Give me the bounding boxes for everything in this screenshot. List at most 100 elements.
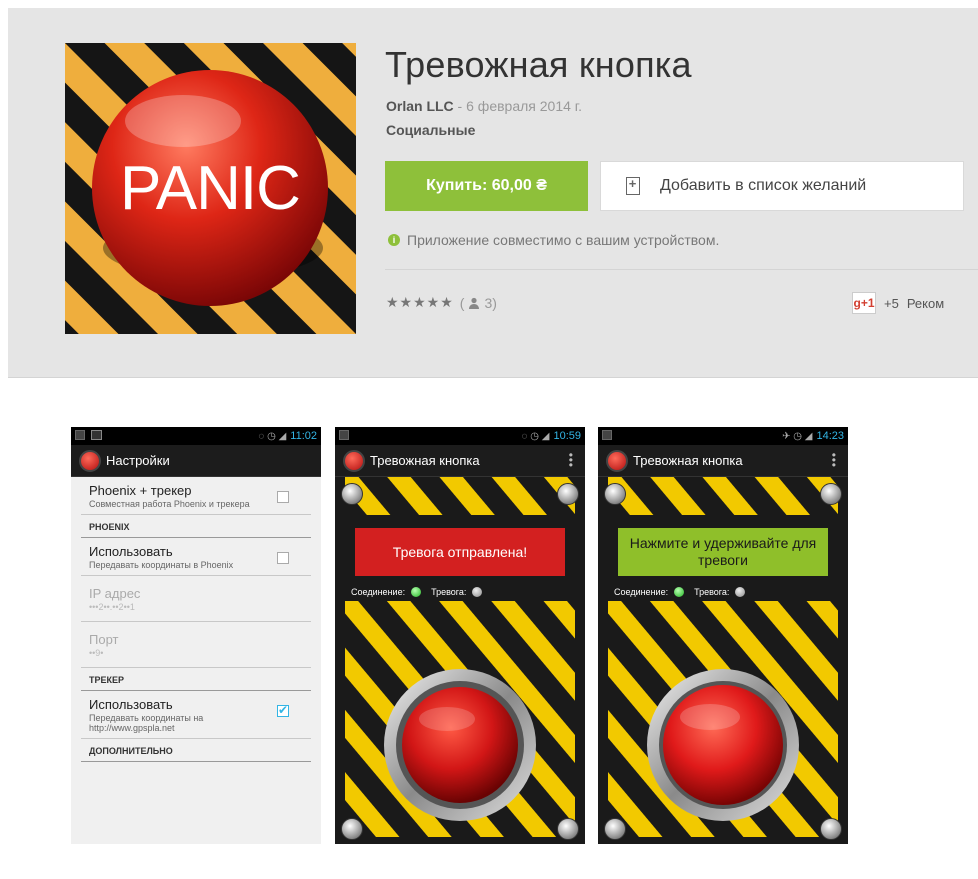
status-indicators: Соединение: Тревога:: [351, 587, 492, 597]
rating-stars: ★★★★★: [386, 294, 454, 310]
rating-summary: ★★★★★ ( 3 ): [386, 294, 497, 311]
icon-panic-label: PANIC: [120, 154, 300, 223]
setting-subtitle: ••9•: [89, 648, 104, 658]
panic-button[interactable]: [377, 689, 543, 835]
setting-title: Использовать: [89, 544, 173, 559]
setting-port[interactable]: Порт ••9•: [81, 622, 311, 668]
rating-count: 3: [484, 294, 493, 311]
app-logo-icon: [606, 449, 628, 472]
checkbox[interactable]: [277, 552, 289, 564]
action-bar-title: Тревожная кнопка: [370, 453, 480, 468]
action-bar: Тревожная кнопка • • •: [598, 445, 848, 477]
wishlist-label: Добавить в список желаний: [660, 177, 867, 194]
setting-title: IP адрес: [89, 586, 141, 601]
status-time: 11:02: [290, 430, 317, 442]
status-time: 14:23: [816, 430, 844, 442]
status-time: 10:59: [553, 430, 581, 442]
action-bar-title: Тревожная кнопка: [633, 453, 743, 468]
release-date: 6 февраля 2014 г.: [466, 98, 583, 114]
gplus-button[interactable]: g+1: [852, 292, 876, 314]
status-bar: ◌ ◷ ◢ 11:02: [71, 427, 321, 445]
status-bar: ◌ ◷ ◢ 10:59: [335, 427, 585, 445]
instruction-message: Нажмите и удерживайте для тревоги: [618, 528, 828, 576]
setting-subtitle: •••2••.••2••1: [89, 602, 135, 612]
compatibility-text: Приложение совместимо с вашим устройство…: [407, 232, 720, 248]
corner-bolt: [604, 483, 626, 505]
panic-panel: Тревога отправлена! Соединение: Тревога:: [335, 477, 585, 844]
overflow-menu-icon[interactable]: • • •: [832, 449, 836, 471]
connection-label: Соединение:: [614, 587, 669, 597]
alarm-label: Тревога:: [694, 587, 730, 597]
rating-count-open: (: [459, 294, 465, 311]
system-icons: ◌ ◷ ◢: [521, 430, 550, 442]
setting-subtitle: Передавать координаты на http://www.gpsp…: [89, 713, 204, 733]
connection-led: [674, 587, 685, 597]
notification-icon: [602, 430, 612, 440]
notification-icon: [75, 430, 85, 440]
section-header: ТРЕКЕР: [81, 668, 311, 691]
screenshot-alarm-sent[interactable]: ◌ ◷ ◢ 10:59 Тревожная кнопка • • • Трево…: [335, 427, 585, 844]
category-link[interactable]: Социальные: [386, 122, 475, 138]
setting-tracker-use[interactable]: Использовать Передавать координаты на ht…: [81, 691, 311, 739]
screenshot-settings[interactable]: ◌ ◷ ◢ 11:02 Настройки Phoenix + трекер С…: [71, 427, 321, 844]
alarm-led: [735, 587, 746, 597]
section-header: ДОПОЛНИТЕЛЬНО: [81, 739, 311, 762]
checkbox-checked[interactable]: [277, 703, 289, 717]
setting-subtitle: Совместная работа Phoenix и трекера: [89, 499, 250, 509]
gplus-count: +5: [884, 295, 899, 311]
header-divider: [385, 269, 978, 270]
system-icons: ◌ ◷ ◢: [258, 430, 287, 442]
panic-panel: Нажмите и удерживайте для тревоги Соедин…: [598, 477, 848, 844]
setting-title: Phoenix + трекер: [89, 483, 192, 498]
action-bar: Тревожная кнопка • • •: [335, 445, 585, 477]
setting-phoenix-tracker[interactable]: Phoenix + трекер Совместная работа Phoen…: [81, 477, 311, 515]
corner-bolt: [604, 818, 626, 840]
action-bar: Настройки: [71, 445, 321, 477]
buy-button[interactable]: Купить: 60,00 ₴: [385, 161, 588, 211]
system-icons: ✈ ◷ ◢: [782, 430, 813, 442]
gplus-recommend-text: Реком: [906, 295, 945, 311]
settings-list: Phoenix + трекер Совместная работа Phoen…: [71, 477, 321, 844]
image-notification-icon: [91, 430, 102, 440]
screenshot-press-and-hold[interactable]: ✈ ◷ ◢ 14:23 Тревожная кнопка • • • Нажми…: [598, 427, 848, 844]
alarm-label: Тревога:: [431, 587, 467, 597]
developer-line: Orlan LLC - 6 февраля 2014 г.: [386, 98, 582, 114]
setting-phoenix-use[interactable]: Использовать Передавать координаты в Pho…: [81, 538, 311, 576]
rating-count-close: ): [492, 294, 497, 311]
developer-link[interactable]: Orlan LLC: [386, 98, 454, 114]
setting-title: Использовать: [89, 697, 173, 712]
setting-title: Порт: [89, 632, 119, 647]
corner-bolt: [341, 483, 363, 505]
action-bar-title: Настройки: [106, 453, 170, 468]
corner-bolt: [341, 818, 363, 840]
checkbox[interactable]: [277, 491, 289, 503]
overflow-menu-icon[interactable]: • • •: [569, 449, 573, 471]
bookmark-plus-icon: [626, 176, 640, 195]
play-store-page: PANIC Тревожная кнопка Orlan LLC - 6 фев…: [0, 0, 978, 879]
section-header: PHOENIX: [81, 515, 311, 538]
panic-button[interactable]: [640, 689, 806, 835]
date-separator: -: [453, 98, 467, 114]
setting-ip-address[interactable]: IP адрес •••2••.••2••1: [81, 576, 311, 622]
connection-label: Соединение:: [351, 587, 406, 597]
status-indicators: Соединение: Тревога:: [614, 587, 755, 597]
app-logo-icon: [79, 449, 101, 472]
add-to-wishlist-button[interactable]: Добавить в список желаний: [600, 161, 964, 211]
status-bar: ✈ ◷ ◢ 14:23: [598, 427, 848, 445]
app-icon: PANIC: [65, 43, 356, 334]
corner-bolt: [557, 818, 579, 840]
corner-bolt: [557, 483, 579, 505]
google-plus-widget: g+1 +5 Реком: [852, 292, 944, 314]
connection-led: [411, 587, 422, 597]
app-title: Тревожная кнопка: [385, 44, 692, 85]
person-icon: [469, 297, 480, 309]
corner-bolt: [820, 483, 842, 505]
app-logo-icon: [343, 449, 365, 472]
compatibility-notice: i Приложение совместимо с вашим устройст…: [388, 232, 719, 248]
alarm-led: [472, 587, 483, 597]
setting-subtitle: Передавать координаты в Phoenix: [89, 560, 234, 570]
alarm-status-message: Тревога отправлена!: [355, 528, 565, 576]
notification-icon: [339, 430, 349, 440]
info-icon: i: [388, 234, 400, 246]
corner-bolt: [820, 818, 842, 840]
